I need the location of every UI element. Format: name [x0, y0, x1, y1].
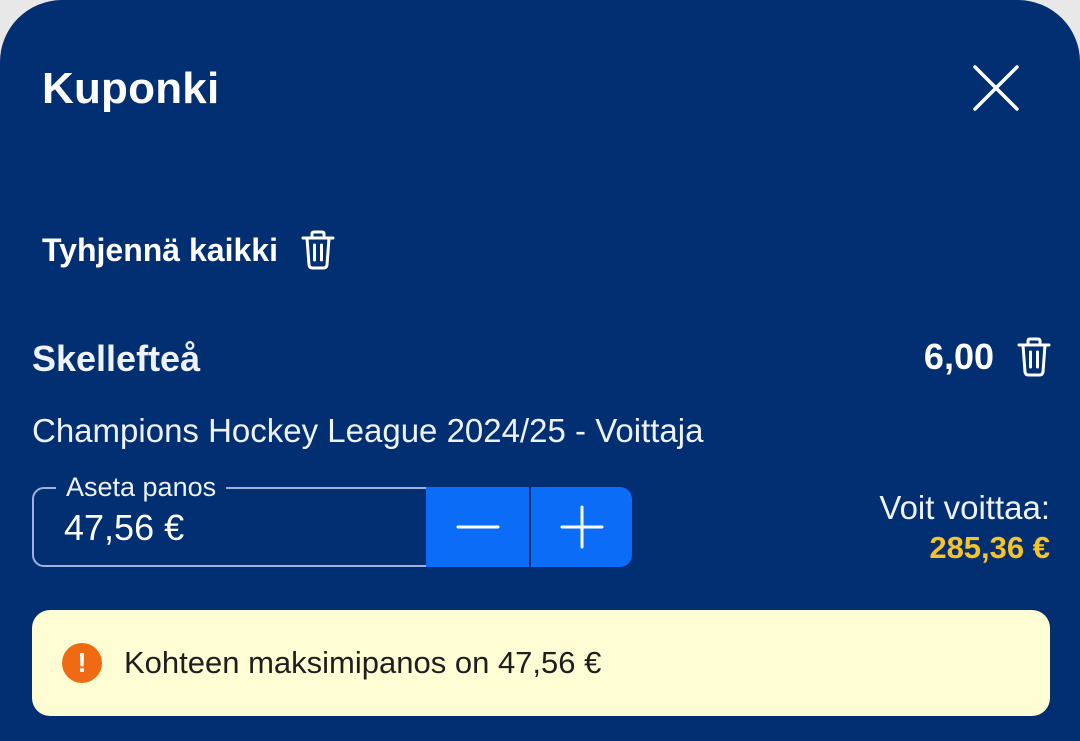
close-button[interactable] [970, 62, 1022, 114]
increase-stake-button[interactable] [529, 487, 632, 567]
notice-text: Kohteen maksimipanos on 47,56 € [124, 645, 602, 680]
plus-icon [560, 505, 603, 549]
close-icon [973, 65, 1019, 111]
clear-all-button[interactable]: Tyhjennä kaikki [42, 230, 336, 270]
trash-icon [1017, 337, 1051, 377]
betslip-sheet: Kuponki Tyhjennä kaikki Skellefteå 6,00 [0, 0, 1080, 741]
potential-winnings: Voit voittaa: 285,36 € [879, 488, 1050, 568]
decrease-stake-button[interactable] [426, 487, 530, 567]
page-title: Kuponki [42, 64, 220, 113]
winnings-amount: 285,36 € [929, 530, 1050, 565]
selection-odds-row: 6,00 [924, 336, 1052, 378]
selection-team: Skellefteå [32, 338, 201, 379]
minus-icon [456, 525, 500, 529]
stake-field: Aseta panos [32, 470, 632, 567]
remove-selection-button[interactable] [1016, 337, 1052, 377]
stake-input[interactable] [64, 507, 404, 549]
max-stake-notice: ! Kohteen maksimipanos on 47,56 € [32, 610, 1050, 716]
warning-icon: ! [62, 643, 102, 683]
clear-all-label: Tyhjennä kaikki [42, 231, 278, 268]
trash-icon [300, 230, 336, 270]
selection-odds: 6,00 [923, 336, 994, 377]
winnings-label: Voit voittaa: [879, 489, 1050, 526]
selection-event: Champions Hockey League 2024/25 - Voitta… [32, 412, 704, 449]
stake-label: Aseta panos [56, 470, 227, 504]
